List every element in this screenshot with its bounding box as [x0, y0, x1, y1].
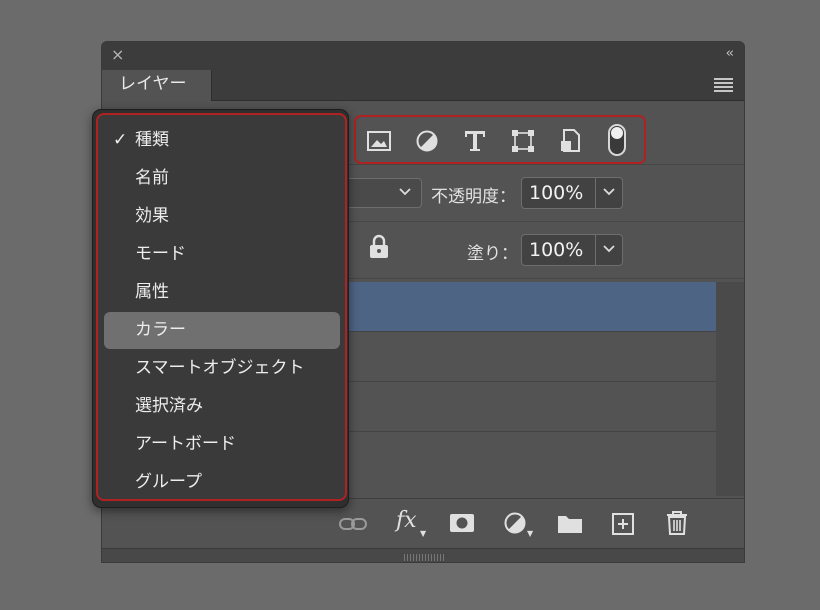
menu-item-label: モード: [135, 244, 186, 264]
menu-item-2[interactable]: 効果: [104, 198, 340, 235]
menu-item-label: 効果: [135, 206, 169, 226]
chevron-down-icon[interactable]: [601, 184, 617, 200]
menu-item-label: カラー: [135, 320, 186, 340]
adjustment-dropdown-indicator: ▼: [527, 529, 534, 538]
trash-icon[interactable]: [665, 510, 689, 536]
menu-item-9[interactable]: グループ: [104, 464, 340, 501]
checkmark-icon: ✓: [113, 130, 128, 150]
opacity-label: 不透明度：: [431, 187, 516, 207]
menu-item-4[interactable]: 属性: [104, 274, 340, 311]
close-icon[interactable]: ×: [111, 46, 124, 64]
toggle-knob: [611, 127, 623, 139]
panel-resize-strip[interactable]: [102, 548, 744, 562]
opacity-value: 100%: [529, 182, 584, 204]
fx-dropdown-indicator: ▼: [420, 529, 427, 538]
menu-item-5[interactable]: カラー: [104, 312, 340, 349]
adjustment-icon[interactable]: [503, 511, 527, 535]
panel-menu-icon[interactable]: [714, 78, 733, 94]
filter-type-menu: ✓ 種類名前効果モード属性カラースマートオブジェクト 選択済みアートボード グループ: [96, 113, 347, 501]
menu-item-3[interactable]: モード: [104, 236, 340, 273]
menu-item-0[interactable]: ✓ 種類: [104, 122, 340, 159]
folder-icon[interactable]: [556, 513, 584, 535]
menu-item-label: 名前: [135, 168, 169, 188]
shape-filter-icon[interactable]: [510, 128, 536, 154]
opacity-field[interactable]: 100%: [521, 177, 623, 209]
menu-item-label: 属性: [135, 282, 169, 302]
adjustment-filter-icon[interactable]: [414, 128, 440, 154]
menu-item-1[interactable]: 名前: [104, 160, 340, 197]
resize-grip[interactable]: [404, 554, 444, 561]
menu-item-6[interactable]: スマートオブジェクト: [104, 350, 340, 387]
lock-icon[interactable]: [368, 234, 390, 260]
menu-item-label: アートボード: [135, 434, 236, 454]
collapse-icon[interactable]: ‹‹: [726, 46, 735, 61]
filter-toggle-switch[interactable]: [608, 124, 626, 156]
fx-icon[interactable]: fx: [396, 508, 417, 533]
menu-item-8[interactable]: アートボード: [104, 426, 340, 463]
type-filter-icon[interactable]: [462, 128, 488, 154]
menu-item-label: スマートオブジェクト: [135, 358, 305, 378]
chevron-down-icon[interactable]: [601, 241, 617, 257]
layer-list-scrollbar[interactable]: [716, 282, 744, 496]
fill-field[interactable]: 100%: [521, 234, 623, 266]
tab-layers[interactable]: レイヤー: [102, 70, 212, 101]
menu-item-label: 選択済み: [135, 396, 203, 416]
menu-item-7[interactable]: 選択済み: [104, 388, 340, 425]
link-icon[interactable]: [338, 516, 368, 532]
menu-item-label: 種類: [135, 130, 169, 150]
new-layer-icon[interactable]: [611, 512, 635, 536]
fill-value: 100%: [529, 239, 584, 261]
tab-row: レイヤー: [102, 68, 744, 101]
fill-label: 塗り：: [467, 244, 518, 264]
image-filter-icon[interactable]: [366, 128, 392, 154]
menu-item-label: グループ: [135, 472, 202, 492]
mask-icon[interactable]: [449, 513, 475, 533]
filter-icons-group: [354, 115, 646, 164]
panel-titlebar: × ‹‹: [102, 42, 744, 68]
smart-object-filter-icon[interactable]: [558, 128, 584, 154]
chevron-down-icon: [399, 188, 411, 196]
